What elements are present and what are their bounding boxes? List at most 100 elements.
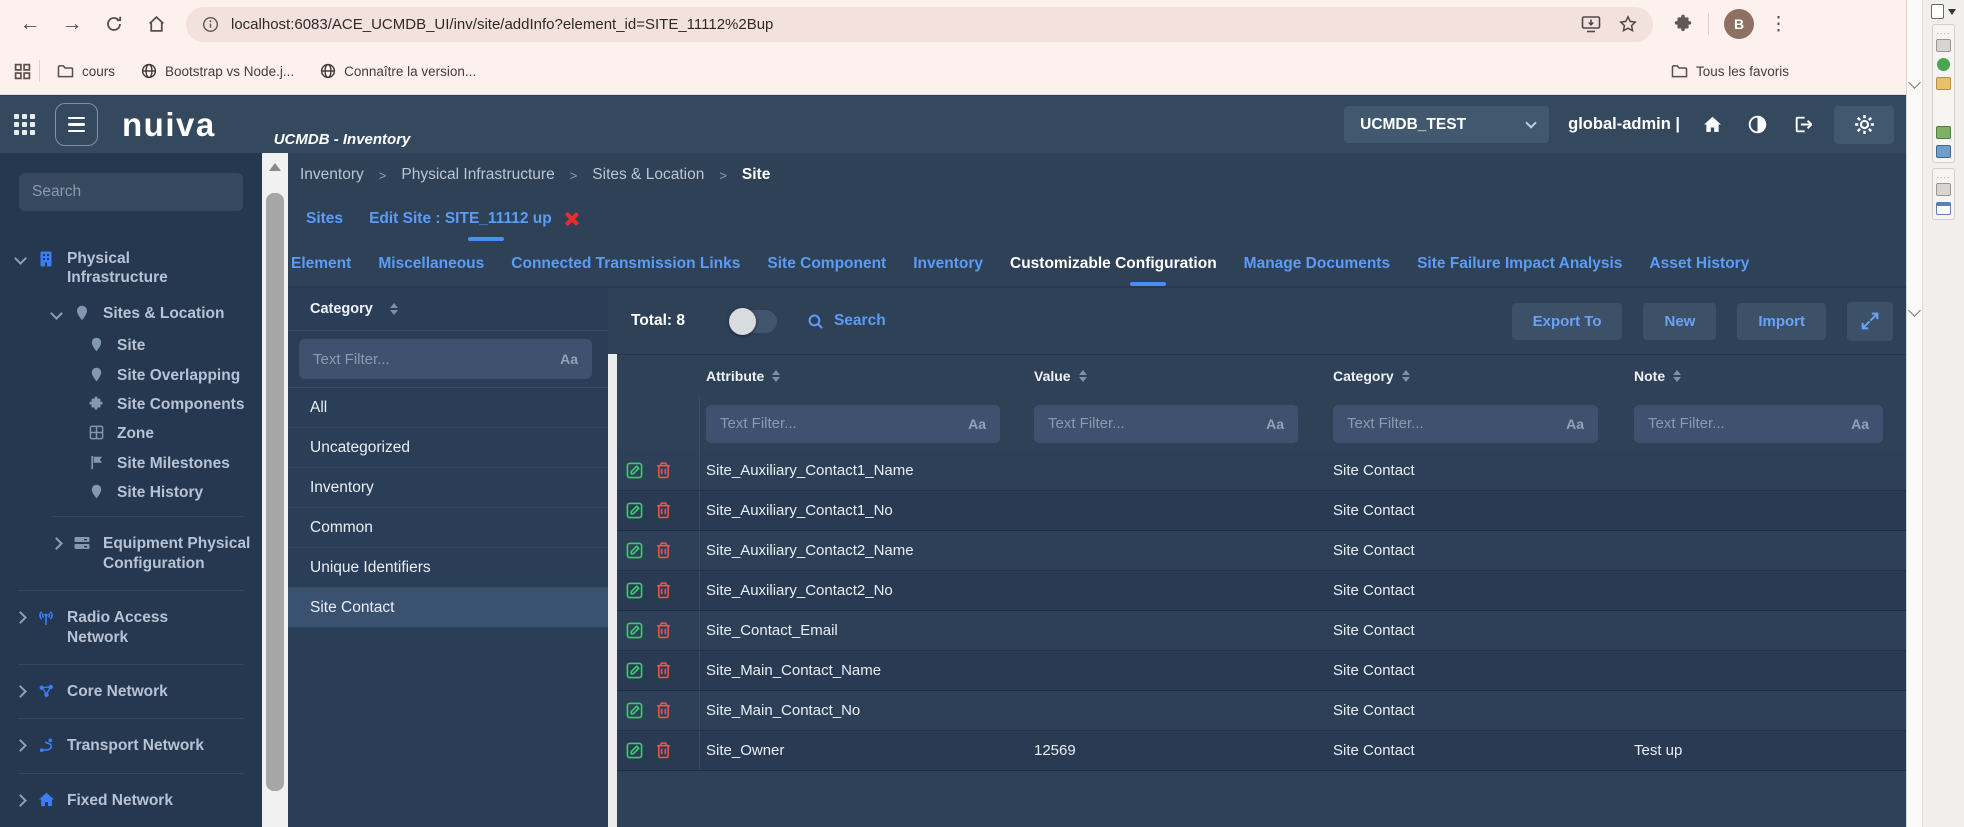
app-grid-icon[interactable] <box>14 114 35 135</box>
tab-site-component[interactable]: Site Component <box>767 255 886 273</box>
sidebar-item-physical-infrastructure[interactable]: Physical Infrastructure <box>0 241 262 296</box>
page-icon[interactable] <box>1931 4 1944 19</box>
sidebar-item-site[interactable]: Site <box>0 331 262 360</box>
chevron-down-icon[interactable] <box>14 252 27 265</box>
scroll-up-icon[interactable] <box>269 163 281 171</box>
table-row[interactable]: Site_Auxiliary_Contact1_No Site Contact <box>617 491 1906 531</box>
drag-handle-icon[interactable]: .... <box>1936 173 1950 177</box>
chevron-right-icon[interactable] <box>50 538 63 551</box>
toggle-switch[interactable] <box>731 310 777 333</box>
tree-view-icon[interactable] <box>1936 126 1951 139</box>
bookmark-star-icon[interactable] <box>1619 15 1637 33</box>
folder-icon[interactable] <box>1936 77 1951 90</box>
edit-icon[interactable] <box>626 622 643 639</box>
edit-icon[interactable] <box>626 582 643 599</box>
drag-handle-icon[interactable]: .... <box>1936 29 1950 33</box>
contrast-icon[interactable] <box>1744 115 1770 134</box>
edit-icon[interactable] <box>626 662 643 679</box>
chevron-down-icon[interactable] <box>50 307 63 320</box>
tab-inventory[interactable]: Inventory <box>913 255 983 273</box>
home-icon[interactable] <box>138 6 174 42</box>
breadcrumb-physical-infrastructure[interactable]: Physical Infrastructure <box>401 166 554 184</box>
chevron-down-icon[interactable] <box>1908 76 1921 89</box>
category-filter[interactable]: Aa <box>299 339 592 379</box>
sidebar-item-site-milestones[interactable]: Site Milestones <box>0 449 262 478</box>
tab-edit-site[interactable]: Edit Site : SITE_11112 up <box>369 210 580 228</box>
delete-icon[interactable] <box>656 702 671 719</box>
settings-button[interactable] <box>1834 106 1894 144</box>
table-row[interactable]: Site_Main_Contact_No Site Contact <box>617 691 1906 731</box>
window-icon[interactable] <box>1936 202 1951 215</box>
edit-icon[interactable] <box>626 502 643 519</box>
sort-icon[interactable] <box>390 303 398 315</box>
table-scrollbar[interactable] <box>608 354 617 827</box>
install-app-icon[interactable] <box>1581 15 1601 33</box>
breadcrumb-sites-location[interactable]: Sites & Location <box>592 166 704 184</box>
column-attribute[interactable]: Attribute <box>700 368 1030 384</box>
attribute-filter-input[interactable] <box>720 415 960 432</box>
extensions-icon[interactable] <box>1673 14 1693 34</box>
case-sensitive-toggle[interactable]: Aa <box>560 351 578 367</box>
browser-menu-icon[interactable]: ⋮ <box>1769 13 1788 36</box>
scrollbar-thumb[interactable] <box>266 193 284 791</box>
sidebar-item-equipment-physical-configuration[interactable]: Equipment Physical Configuration <box>0 526 262 581</box>
delete-icon[interactable] <box>656 462 671 479</box>
delete-icon[interactable] <box>656 742 671 759</box>
column-category[interactable]: Category <box>1330 368 1630 384</box>
table-row[interactable]: Site_Owner 12569 Site Contact Test up <box>617 731 1906 771</box>
case-sensitive-toggle[interactable]: Aa <box>1566 416 1584 432</box>
forward-icon[interactable]: → <box>54 6 90 42</box>
category-item-unique-identifiers[interactable]: Unique Identifiers <box>288 548 608 588</box>
sidebar-item-zone[interactable]: Zone <box>0 419 262 448</box>
table-row[interactable]: Site_Auxiliary_Contact2_No Site Contact <box>617 571 1906 611</box>
category-filter-input[interactable] <box>313 351 552 368</box>
tenant-selector[interactable]: UCMDB_TEST <box>1344 106 1549 143</box>
close-icon[interactable] <box>564 211 580 227</box>
sidebar-item-site-components[interactable]: Site Components <box>0 390 262 419</box>
column-note[interactable]: Note <box>1630 368 1906 384</box>
category-panel-header[interactable]: Category <box>288 288 608 331</box>
new-button[interactable]: New <box>1643 303 1716 340</box>
side-panel-collapse-rail[interactable] <box>1907 0 1923 827</box>
url-text[interactable]: localhost:6083/ACE_UCMDB_UI/inv/site/add… <box>231 16 1569 33</box>
debug-icon[interactable] <box>1937 58 1950 71</box>
delete-icon[interactable] <box>656 622 671 639</box>
tab-connected-transmission-links[interactable]: Connected Transmission Links <box>511 255 740 273</box>
sidebar-item-site-history[interactable]: Site History <box>0 478 262 507</box>
import-button[interactable]: Import <box>1737 303 1826 340</box>
table-row[interactable]: Site_Auxiliary_Contact2_Name Site Contac… <box>617 531 1906 571</box>
toggle-knob[interactable] <box>729 308 756 335</box>
bookmark-bootstrap[interactable]: Bootstrap vs Node.j... <box>132 58 303 84</box>
chevron-right-icon[interactable] <box>14 685 27 698</box>
table-row[interactable]: Site_Contact_Email Site Contact <box>617 611 1906 651</box>
case-sensitive-toggle[interactable]: Aa <box>1266 416 1284 432</box>
dropdown-arrow-icon[interactable] <box>1948 9 1956 15</box>
attribute-filter[interactable]: Aa <box>706 405 1000 443</box>
url-bar[interactable]: localhost:6083/ACE_UCMDB_UI/inv/site/add… <box>186 7 1653 42</box>
category-item-common[interactable]: Common <box>288 508 608 548</box>
category-item-site-contact[interactable]: Site Contact <box>288 588 608 628</box>
sidebar-item-core-network[interactable]: Core Network <box>0 674 262 709</box>
delete-icon[interactable] <box>656 582 671 599</box>
sidebar-item-sites-location[interactable]: Sites & Location <box>0 296 262 331</box>
sort-icon[interactable] <box>1079 370 1087 382</box>
delete-icon[interactable] <box>656 542 671 559</box>
print-icon[interactable] <box>1936 39 1951 52</box>
expand-button[interactable] <box>1847 302 1893 341</box>
logout-icon[interactable] <box>1789 115 1815 134</box>
column-value[interactable]: Value <box>1030 368 1330 384</box>
chevron-right-icon[interactable] <box>14 739 27 752</box>
sidebar-item-radio-access-network[interactable]: Radio Access Network <box>0 600 262 655</box>
tab-sites[interactable]: Sites <box>306 210 343 228</box>
menu-toggle-icon[interactable] <box>55 103 98 146</box>
edit-icon[interactable] <box>626 702 643 719</box>
sort-icon[interactable] <box>772 370 780 382</box>
category-column-filter[interactable]: Aa <box>1333 405 1598 443</box>
value-filter[interactable]: Aa <box>1034 405 1298 443</box>
delete-icon[interactable] <box>656 662 671 679</box>
edit-icon[interactable] <box>626 542 643 559</box>
print-icon[interactable] <box>1936 183 1951 196</box>
category-item-uncategorized[interactable]: Uncategorized <box>288 428 608 468</box>
value-filter-input[interactable] <box>1048 415 1258 432</box>
sidebar-item-site-overlapping[interactable]: Site Overlapping <box>0 361 262 390</box>
